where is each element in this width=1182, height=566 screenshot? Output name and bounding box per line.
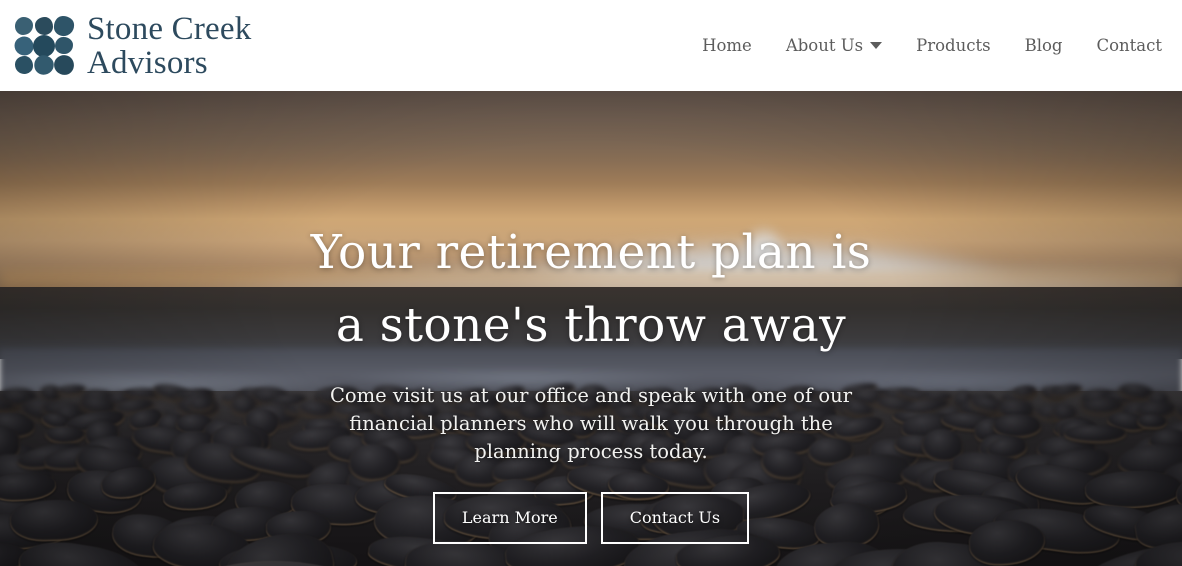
brand-line-2: Advisors bbox=[87, 44, 208, 81]
nav-item-about-us-label: About Us bbox=[785, 36, 864, 55]
hero-section: Your retirement plan is a stone's throw … bbox=[0, 91, 1182, 566]
nav-item-contact-label: Contact bbox=[1096, 36, 1162, 55]
learn-more-button[interactable]: Learn More bbox=[432, 491, 587, 544]
nav-item-home-label: Home bbox=[702, 36, 752, 55]
nav-item-products[interactable]: Products bbox=[916, 36, 990, 55]
hero-title: Your retirement plan is a stone's throw … bbox=[311, 217, 872, 363]
nav-item-about-us[interactable]: About Us bbox=[785, 36, 883, 55]
brand-wordmark: Stone Creek Advisors bbox=[87, 12, 251, 80]
stone-grid-icon bbox=[14, 15, 75, 75]
hero-content: Your retirement plan is a stone's throw … bbox=[0, 91, 1182, 566]
nav-item-blog[interactable]: Blog bbox=[1025, 36, 1063, 55]
hero-subtitle: Come visit us at our office and speak wi… bbox=[329, 383, 853, 463]
brand-line-1: Stone Creek bbox=[87, 10, 252, 47]
chevron-down-icon bbox=[870, 42, 883, 49]
hero-action-buttons: Learn More Contact Us bbox=[432, 491, 750, 544]
site-header: Stone Creek Advisors Home About Us Produ… bbox=[0, 0, 1182, 91]
contact-us-button[interactable]: Contact Us bbox=[600, 491, 750, 544]
nav-item-home[interactable]: Home bbox=[702, 36, 752, 55]
hero-title-line-2: a stone's throw away bbox=[335, 297, 847, 353]
hero-title-line-1: Your retirement plan is bbox=[310, 225, 872, 280]
nav-item-contact[interactable]: Contact bbox=[1096, 36, 1162, 55]
nav-item-products-label: Products bbox=[916, 36, 991, 55]
main-navigation: Home About Us Products Blog Contact bbox=[702, 36, 1162, 55]
brand-logo-link[interactable]: Stone Creek Advisors bbox=[14, 12, 251, 80]
nav-item-blog-label: Blog bbox=[1024, 36, 1063, 55]
